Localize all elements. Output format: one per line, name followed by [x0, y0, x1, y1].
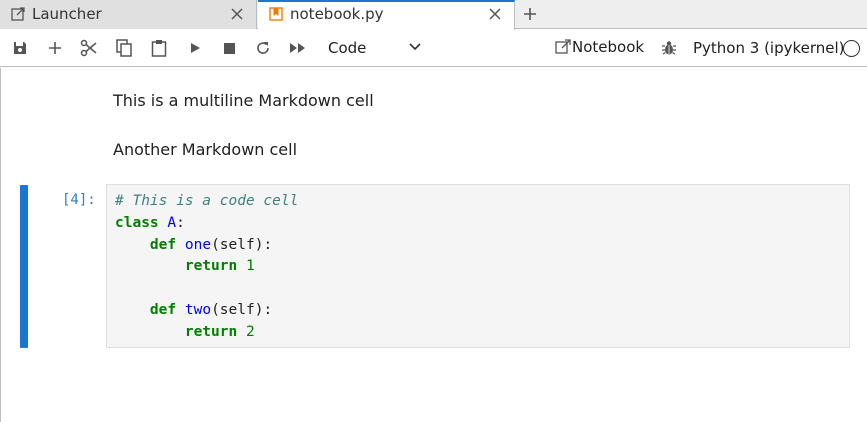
copy-icon	[116, 39, 132, 57]
kernel-name[interactable]: Python 3 (ipykernel)	[693, 39, 845, 57]
open-notebook-link[interactable]: Notebook	[555, 38, 644, 56]
interrupt-button[interactable]	[220, 39, 238, 57]
close-icon[interactable]	[488, 7, 502, 21]
code-class-name: A	[167, 214, 177, 231]
code-keyword: return	[184, 258, 238, 275]
fast-forward-icon	[290, 43, 305, 53]
bug-icon	[662, 41, 676, 55]
cell-type-select[interactable]: Code	[328, 39, 366, 57]
refresh-icon	[257, 42, 269, 54]
code-keyword: def	[149, 301, 177, 318]
save-icon	[14, 42, 26, 54]
code-function-name: one	[184, 236, 212, 253]
markdown-cell[interactable]: This is a multiline Markdown cell	[113, 91, 374, 110]
tab-label: Launcher	[32, 5, 102, 23]
paste-button[interactable]	[150, 39, 168, 57]
notebook-link-label: Notebook	[572, 38, 645, 56]
plus-icon	[49, 42, 61, 54]
code-content: # This is a code cell class A: def one(s…	[115, 191, 298, 344]
tab-bar: Launcher notebook.py	[0, 0, 867, 30]
stop-icon	[223, 42, 235, 54]
run-button[interactable]	[186, 39, 204, 57]
active-cell-indicator[interactable]	[20, 185, 28, 348]
code-punct: (self):	[211, 301, 273, 318]
tab-launcher[interactable]: Launcher	[0, 0, 257, 29]
notebook-file-icon	[269, 7, 283, 21]
restart-button[interactable]	[254, 39, 272, 57]
kernel-status-icon	[843, 40, 860, 57]
code-comment: # This is a code cell	[115, 193, 299, 209]
code-cell-editor[interactable]: # This is a code cell class A: def one(s…	[106, 184, 850, 348]
launcher-icon	[11, 7, 25, 21]
code-keyword: class	[115, 214, 159, 231]
copy-button[interactable]	[115, 39, 133, 57]
add-tab-icon[interactable]	[522, 6, 538, 22]
code-keyword: return	[184, 323, 238, 340]
save-button[interactable]	[11, 39, 29, 57]
external-link-icon	[555, 39, 571, 54]
code-punct: :	[176, 214, 185, 231]
code-number: 2	[245, 323, 255, 340]
run-all-button[interactable]	[289, 39, 307, 57]
execution-count: [4]:	[62, 192, 96, 208]
chevron-down-icon[interactable]	[408, 40, 422, 54]
close-icon[interactable]	[230, 7, 244, 21]
scissors-icon	[80, 39, 97, 57]
code-function-name: two	[184, 301, 212, 318]
markdown-cell[interactable]: Another Markdown cell	[113, 140, 297, 159]
code-number: 1	[245, 258, 255, 275]
play-icon	[191, 43, 200, 53]
debugger-button[interactable]	[660, 39, 678, 57]
notebook-toolbar: Code Notebook Python 3 (ipykernel)	[0, 30, 867, 67]
code-keyword: def	[149, 236, 177, 253]
code-punct: (self):	[211, 236, 273, 253]
tab-notebook[interactable]: notebook.py	[258, 0, 515, 30]
tab-label: notebook.py	[290, 5, 384, 23]
notebook-panel: This is a multiline Markdown cell Anothe…	[0, 68, 867, 422]
cut-button[interactable]	[80, 39, 98, 57]
insert-cell-button[interactable]	[46, 39, 64, 57]
clipboard-icon	[151, 40, 167, 57]
